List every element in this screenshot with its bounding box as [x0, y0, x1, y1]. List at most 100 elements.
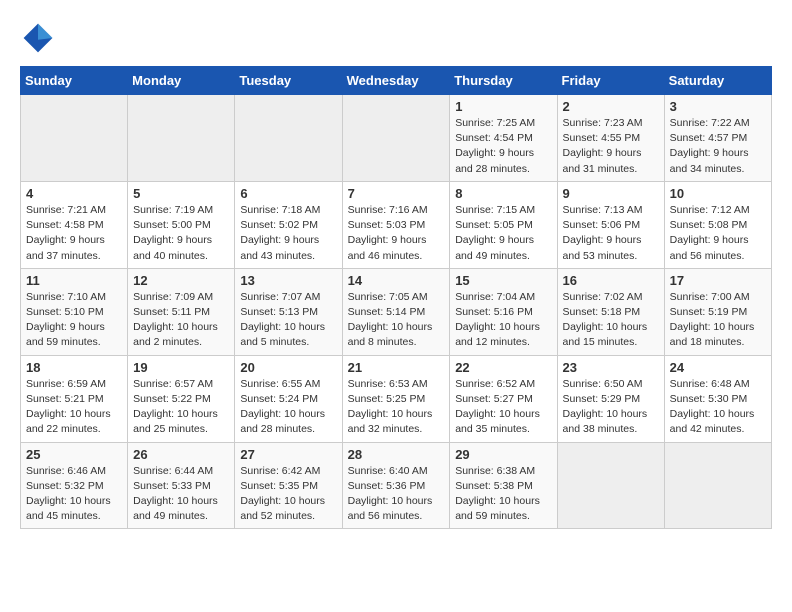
- calendar-cell: 27 Sunrise: 6:42 AM Sunset: 5:35 PM Dayli…: [235, 442, 342, 529]
- header-friday: Friday: [557, 67, 664, 95]
- calendar-cell: 6 Sunrise: 7:18 AM Sunset: 5:02 PM Daylig…: [235, 181, 342, 268]
- header-sunday: Sunday: [21, 67, 128, 95]
- day-detail: Sunrise: 6:57 AM Sunset: 5:22 PM Dayligh…: [133, 377, 229, 438]
- calendar-cell: 15 Sunrise: 7:04 AM Sunset: 5:16 PM Dayli…: [450, 268, 557, 355]
- day-number: 14: [348, 273, 445, 288]
- calendar-header-row: SundayMondayTuesdayWednesdayThursdayFrid…: [21, 67, 772, 95]
- day-number: 13: [240, 273, 336, 288]
- calendar-cell: [128, 95, 235, 182]
- day-number: 2: [563, 99, 659, 114]
- day-number: 17: [670, 273, 766, 288]
- day-detail: Sunrise: 7:23 AM Sunset: 4:55 PM Dayligh…: [563, 116, 659, 177]
- day-number: 20: [240, 360, 336, 375]
- calendar-cell: 29 Sunrise: 6:38 AM Sunset: 5:38 PM Dayli…: [450, 442, 557, 529]
- day-number: 23: [563, 360, 659, 375]
- day-detail: Sunrise: 6:50 AM Sunset: 5:29 PM Dayligh…: [563, 377, 659, 438]
- day-number: 21: [348, 360, 445, 375]
- calendar-cell: 7Sunrise: 7:16 AM Sunset: 5:03 PM Daylig…: [342, 181, 450, 268]
- calendar-table: SundayMondayTuesdayWednesdayThursdayFrid…: [20, 66, 772, 529]
- day-detail: Sunrise: 6:44 AM Sunset: 5:33 PM Dayligh…: [133, 464, 229, 525]
- day-number: 4: [26, 186, 122, 201]
- day-detail: Sunrise: 7:12 AM Sunset: 5:08 PM Dayligh…: [670, 203, 766, 264]
- calendar-cell: 8 Sunrise: 7:15 AM Sunset: 5:05 PM Daylig…: [450, 181, 557, 268]
- day-number: 26: [133, 447, 229, 462]
- day-detail: Sunrise: 7:02 AM Sunset: 5:18 PM Dayligh…: [563, 290, 659, 351]
- calendar-cell: 20 Sunrise: 6:55 AM Sunset: 5:24 PM Dayli…: [235, 355, 342, 442]
- day-detail: Sunrise: 7:15 AM Sunset: 5:05 PM Dayligh…: [455, 203, 551, 264]
- day-number: 3: [670, 99, 766, 114]
- day-number: 5: [133, 186, 229, 201]
- day-number: 16: [563, 273, 659, 288]
- week-row-4: 18 Sunrise: 6:59 AM Sunset: 5:21 PM Dayli…: [21, 355, 772, 442]
- week-row-2: 4 Sunrise: 7:21 AM Sunset: 4:58 PM Daylig…: [21, 181, 772, 268]
- calendar-cell: [21, 95, 128, 182]
- calendar-cell: 26 Sunrise: 6:44 AM Sunset: 5:33 PM Dayli…: [128, 442, 235, 529]
- calendar-cell: 16 Sunrise: 7:02 AM Sunset: 5:18 PM Dayli…: [557, 268, 664, 355]
- day-detail: Sunrise: 7:22 AM Sunset: 4:57 PM Dayligh…: [670, 116, 766, 177]
- day-detail: Sunrise: 7:25 AM Sunset: 4:54 PM Dayligh…: [455, 116, 551, 177]
- calendar-cell: 22 Sunrise: 6:52 AM Sunset: 5:27 PM Dayli…: [450, 355, 557, 442]
- day-detail: Sunrise: 7:09 AM Sunset: 5:11 PM Dayligh…: [133, 290, 229, 351]
- logo: [20, 20, 60, 56]
- day-detail: Sunrise: 7:19 AM Sunset: 5:00 PM Dayligh…: [133, 203, 229, 264]
- day-detail: Sunrise: 7:18 AM Sunset: 5:02 PM Dayligh…: [240, 203, 336, 264]
- day-detail: Sunrise: 7:10 AM Sunset: 5:10 PM Dayligh…: [26, 290, 122, 351]
- day-detail: Sunrise: 6:42 AM Sunset: 5:35 PM Dayligh…: [240, 464, 336, 525]
- calendar-cell: 4 Sunrise: 7:21 AM Sunset: 4:58 PM Daylig…: [21, 181, 128, 268]
- header-wednesday: Wednesday: [342, 67, 450, 95]
- calendar-cell: 23 Sunrise: 6:50 AM Sunset: 5:29 PM Dayli…: [557, 355, 664, 442]
- calendar-cell: [235, 95, 342, 182]
- day-detail: Sunrise: 7:13 AM Sunset: 5:06 PM Dayligh…: [563, 203, 659, 264]
- calendar-cell: 18 Sunrise: 6:59 AM Sunset: 5:21 PM Dayli…: [21, 355, 128, 442]
- calendar-cell: 17 Sunrise: 7:00 AM Sunset: 5:19 PM Dayli…: [664, 268, 771, 355]
- day-number: 12: [133, 273, 229, 288]
- week-row-5: 25 Sunrise: 6:46 AM Sunset: 5:32 PM Dayli…: [21, 442, 772, 529]
- day-number: 9: [563, 186, 659, 201]
- calendar-cell: 24 Sunrise: 6:48 AM Sunset: 5:30 PM Dayli…: [664, 355, 771, 442]
- day-number: 6: [240, 186, 336, 201]
- day-detail: Sunrise: 6:46 AM Sunset: 5:32 PM Dayligh…: [26, 464, 122, 525]
- day-detail: Sunrise: 6:48 AM Sunset: 5:30 PM Dayligh…: [670, 377, 766, 438]
- day-number: 25: [26, 447, 122, 462]
- calendar-cell: 13 Sunrise: 7:07 AM Sunset: 5:13 PM Dayli…: [235, 268, 342, 355]
- page-header: [20, 20, 772, 56]
- day-detail: Sunrise: 6:40 AM Sunset: 5:36 PM Dayligh…: [348, 464, 445, 525]
- calendar-cell: 5 Sunrise: 7:19 AM Sunset: 5:00 PM Daylig…: [128, 181, 235, 268]
- day-number: 28: [348, 447, 445, 462]
- day-detail: Sunrise: 7:00 AM Sunset: 5:19 PM Dayligh…: [670, 290, 766, 351]
- day-detail: Sunrise: 6:53 AM Sunset: 5:25 PM Dayligh…: [348, 377, 445, 438]
- header-monday: Monday: [128, 67, 235, 95]
- day-number: 29: [455, 447, 551, 462]
- day-number: 27: [240, 447, 336, 462]
- calendar-cell: 11Sunrise: 7:10 AM Sunset: 5:10 PM Dayli…: [21, 268, 128, 355]
- day-number: 22: [455, 360, 551, 375]
- calendar-cell: 1Sunrise: 7:25 AM Sunset: 4:54 PM Daylig…: [450, 95, 557, 182]
- header-saturday: Saturday: [664, 67, 771, 95]
- calendar-cell: [664, 442, 771, 529]
- calendar-cell: [342, 95, 450, 182]
- week-row-3: 11Sunrise: 7:10 AM Sunset: 5:10 PM Dayli…: [21, 268, 772, 355]
- day-number: 15: [455, 273, 551, 288]
- calendar-cell: 28 Sunrise: 6:40 AM Sunset: 5:36 PM Dayli…: [342, 442, 450, 529]
- day-detail: Sunrise: 6:59 AM Sunset: 5:21 PM Dayligh…: [26, 377, 122, 438]
- day-detail: Sunrise: 7:07 AM Sunset: 5:13 PM Dayligh…: [240, 290, 336, 351]
- week-row-1: 1Sunrise: 7:25 AM Sunset: 4:54 PM Daylig…: [21, 95, 772, 182]
- day-detail: Sunrise: 7:05 AM Sunset: 5:14 PM Dayligh…: [348, 290, 445, 351]
- day-detail: Sunrise: 6:55 AM Sunset: 5:24 PM Dayligh…: [240, 377, 336, 438]
- day-number: 8: [455, 186, 551, 201]
- calendar-cell: 25 Sunrise: 6:46 AM Sunset: 5:32 PM Dayli…: [21, 442, 128, 529]
- day-detail: Sunrise: 7:21 AM Sunset: 4:58 PM Dayligh…: [26, 203, 122, 264]
- day-detail: Sunrise: 6:38 AM Sunset: 5:38 PM Dayligh…: [455, 464, 551, 525]
- day-number: 7: [348, 186, 445, 201]
- day-number: 18: [26, 360, 122, 375]
- header-thursday: Thursday: [450, 67, 557, 95]
- header-tuesday: Tuesday: [235, 67, 342, 95]
- calendar-cell: 21 Sunrise: 6:53 AM Sunset: 5:25 PM Dayli…: [342, 355, 450, 442]
- day-detail: Sunrise: 7:04 AM Sunset: 5:16 PM Dayligh…: [455, 290, 551, 351]
- calendar-cell: 10Sunrise: 7:12 AM Sunset: 5:08 PM Dayli…: [664, 181, 771, 268]
- calendar-cell: [557, 442, 664, 529]
- day-number: 24: [670, 360, 766, 375]
- calendar-cell: 3 Sunrise: 7:22 AM Sunset: 4:57 PM Daylig…: [664, 95, 771, 182]
- day-detail: Sunrise: 6:52 AM Sunset: 5:27 PM Dayligh…: [455, 377, 551, 438]
- calendar-cell: 19Sunrise: 6:57 AM Sunset: 5:22 PM Dayli…: [128, 355, 235, 442]
